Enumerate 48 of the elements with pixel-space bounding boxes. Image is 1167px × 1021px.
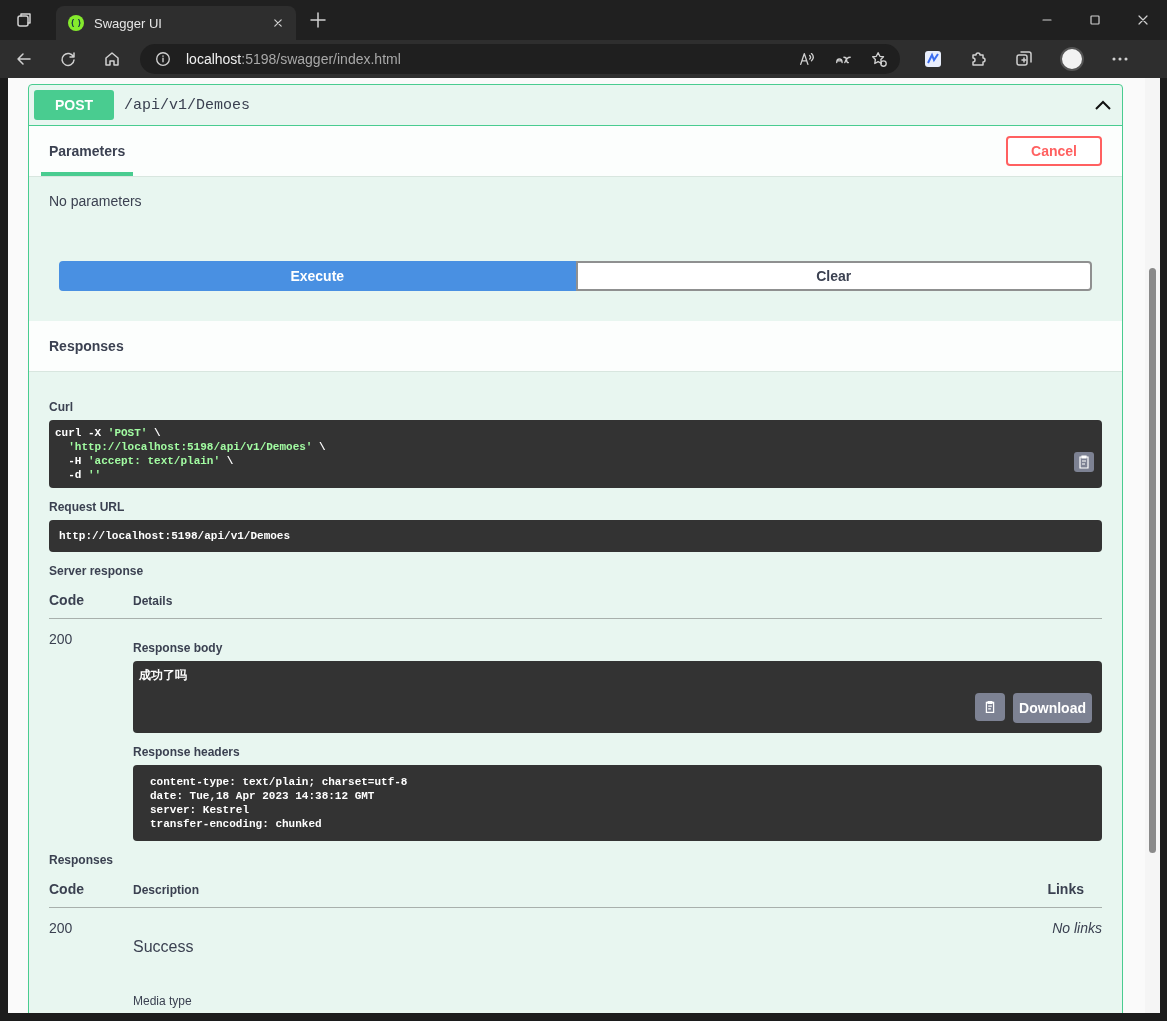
tab-actions-icon[interactable] bbox=[14, 10, 34, 30]
refresh-icon[interactable] bbox=[58, 49, 78, 69]
profile-avatar[interactable] bbox=[1060, 47, 1084, 71]
no-parameters-text: No parameters bbox=[48, 192, 143, 211]
endpoint-path[interactable]: /api/v1/Demoes bbox=[124, 96, 1083, 114]
star-plus-icon[interactable] bbox=[870, 50, 888, 68]
response-body-label: Response body bbox=[133, 641, 224, 655]
collections-icon[interactable] bbox=[1014, 49, 1034, 69]
address-bar[interactable]: localhost:5198/swagger/index.html bbox=[140, 44, 900, 74]
media-type-label: Media type bbox=[133, 994, 193, 1008]
response-body-text: 成功了吗 bbox=[139, 668, 187, 682]
copy-button[interactable] bbox=[975, 693, 1006, 721]
column-header: Links bbox=[1047, 881, 1084, 897]
swagger-logo-icon bbox=[68, 15, 84, 31]
url-host: localhost bbox=[186, 51, 242, 67]
home-icon[interactable] bbox=[102, 49, 122, 69]
method-badge: POST bbox=[34, 90, 114, 120]
curl-command: curl -X 'POST' \ 'http://localhost:5198/api/v1/Demoes' \ -H 'accept: text/plain' \ -d '' bbox=[49, 420, 1102, 488]
server-response-label: Server response bbox=[49, 564, 145, 578]
request-url: http://localhost:5198/api/v1/Demoes bbox=[49, 520, 1102, 552]
tab-title: Swagger UI bbox=[94, 15, 163, 31]
scrollbar-thumb[interactable] bbox=[1149, 268, 1156, 853]
response-headers: content-type: text/plain; charset=utf-8 date: Tue,18 Apr 2023 14:38:12 GMT server: Kestrel transfer-encoding: chunked bbox=[133, 765, 1102, 841]
parameters-tab[interactable]: Parameters bbox=[41, 126, 134, 176]
download-button[interactable]: Download bbox=[1013, 693, 1092, 723]
extension-icon[interactable] bbox=[924, 50, 942, 68]
clear-button[interactable]: Clear bbox=[575, 261, 1092, 291]
url-path: :5198/swagger/index.html bbox=[241, 51, 401, 67]
browser-tab[interactable]: Swagger UI bbox=[56, 6, 296, 40]
responses-label: Responses bbox=[49, 853, 115, 867]
status-code: 200 bbox=[49, 920, 74, 938]
info-icon[interactable] bbox=[154, 50, 172, 68]
clipboard-icon[interactable] bbox=[1074, 452, 1094, 472]
status-code: 200 bbox=[49, 631, 74, 649]
column-header: Description bbox=[133, 883, 200, 897]
response-headers-label: Response headers bbox=[133, 745, 241, 759]
scrollbar[interactable] bbox=[1145, 78, 1160, 1013]
request-url-label: Request URL bbox=[49, 500, 126, 514]
plus-icon[interactable] bbox=[308, 10, 328, 30]
links-text: No links bbox=[1052, 920, 1102, 938]
response-description: Success bbox=[133, 937, 195, 956]
column-header: Details bbox=[133, 594, 173, 608]
column-header: Code bbox=[49, 592, 85, 608]
curl-label: Curl bbox=[49, 400, 74, 414]
column-header: Code bbox=[49, 881, 85, 897]
read-aloud-icon[interactable] bbox=[798, 50, 816, 68]
section-title: Responses bbox=[49, 338, 124, 354]
maximize-icon[interactable] bbox=[1087, 12, 1103, 28]
